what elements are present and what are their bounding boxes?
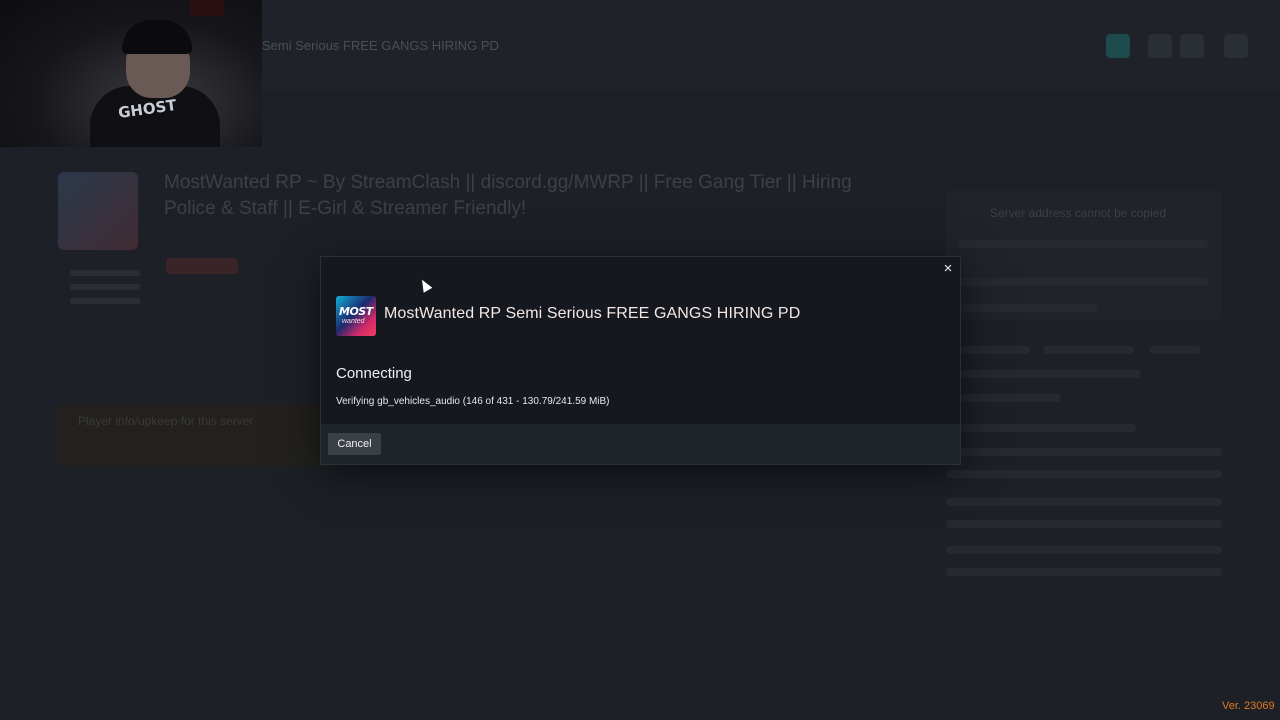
connection-status: Connecting xyxy=(336,365,412,382)
side-row xyxy=(1150,346,1200,354)
version-label: Ver. 23069 xyxy=(1222,700,1275,712)
server-stats xyxy=(70,262,140,312)
cancel-button[interactable]: Cancel xyxy=(328,433,381,455)
download-progress-text: Verifying gb_vehicles_audio (146 of 431 … xyxy=(336,396,610,407)
side-row xyxy=(958,278,1208,286)
server-tag xyxy=(166,258,238,274)
webcam-background-light xyxy=(190,0,224,16)
close-icon[interactable]: × xyxy=(940,261,956,277)
webcam-overlay: GHOST xyxy=(0,0,262,147)
app-window: Semi Serious FREE GANGS HIRING PD MostWa… xyxy=(0,0,1280,720)
side-row xyxy=(946,470,1222,478)
settings-icon xyxy=(1148,34,1172,58)
exit-icon xyxy=(1180,34,1204,58)
side-row xyxy=(946,520,1222,528)
webcam-person-cap xyxy=(122,20,192,54)
side-row xyxy=(960,370,1140,378)
server-icon-background xyxy=(58,172,138,250)
side-row xyxy=(960,346,1030,354)
play-icon xyxy=(1106,34,1130,58)
server-logo-icon: MOST wanted xyxy=(336,296,376,336)
side-row xyxy=(946,546,1222,554)
side-row xyxy=(1044,346,1134,354)
server-title: MostWanted RP ~ By StreamClash || discor… xyxy=(164,172,852,219)
side-row xyxy=(958,304,1098,312)
menu-icon xyxy=(1224,34,1248,58)
breadcrumb: Semi Serious FREE GANGS HIRING PD xyxy=(262,38,499,53)
side-row xyxy=(960,394,1060,402)
side-row xyxy=(946,568,1222,576)
dialog-footer xyxy=(321,424,960,464)
side-panel-text: Server address cannot be copied xyxy=(990,206,1167,220)
server-logo-subtext: wanted xyxy=(342,318,365,325)
dialog-server-name: MostWanted RP Semi Serious FREE GANGS HI… xyxy=(384,305,801,322)
side-row xyxy=(946,448,1222,456)
side-row xyxy=(946,498,1222,506)
side-row xyxy=(946,424,1136,432)
side-row xyxy=(958,240,1208,248)
info-notice-title: Player info/upkeep for this server xyxy=(78,414,254,428)
server-logo-text: MOST xyxy=(339,305,373,318)
